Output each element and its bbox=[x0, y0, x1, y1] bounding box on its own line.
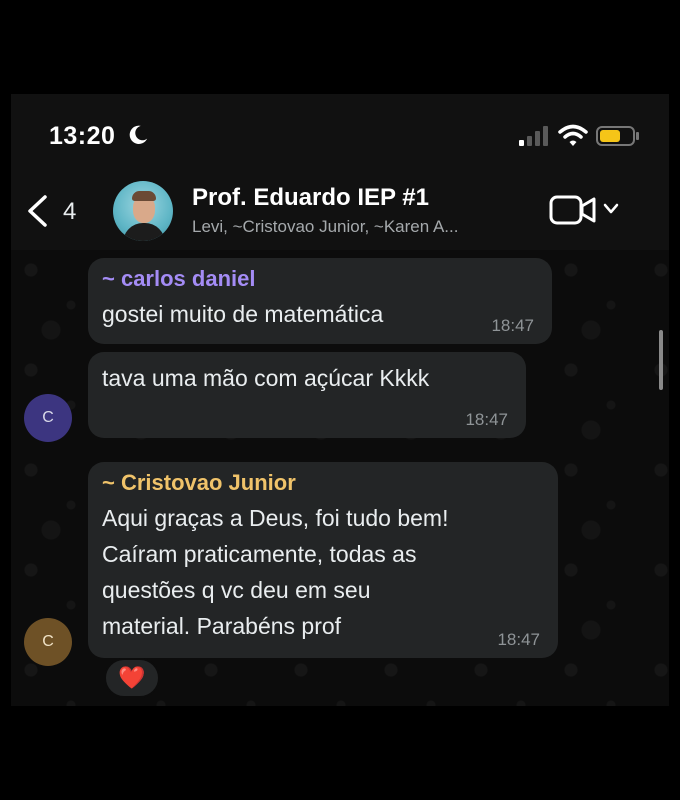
chevron-down-icon[interactable] bbox=[603, 202, 619, 216]
message-text: Aqui graças a Deus, foi tudo bem! Caíram… bbox=[102, 505, 449, 639]
moon-icon bbox=[129, 125, 148, 144]
message-sender[interactable]: ~ Cristovao Junior bbox=[102, 470, 544, 496]
message-text: gostei muito de matemática bbox=[102, 301, 384, 327]
back-chevron-icon[interactable] bbox=[25, 194, 49, 228]
scrollbar[interactable] bbox=[659, 330, 663, 390]
sender-avatar[interactable]: C bbox=[24, 618, 72, 666]
video-call-icon[interactable] bbox=[549, 194, 597, 226]
group-avatar[interactable] bbox=[113, 181, 173, 241]
message-list[interactable]: ~ carlos daniel gostei muito de matemáti… bbox=[11, 250, 669, 706]
cellular-signal-icon bbox=[519, 126, 548, 146]
wifi-icon bbox=[558, 124, 588, 146]
message-time: 18:47 bbox=[497, 630, 540, 649]
status-time: 13:20 bbox=[49, 122, 116, 150]
message-time: 18:47 bbox=[491, 316, 534, 335]
status-bar: 13:20 bbox=[11, 94, 669, 172]
message-bubble[interactable]: ~ carlos daniel gostei muito de matemáti… bbox=[88, 258, 552, 344]
heart-reaction-icon[interactable]: ❤️ bbox=[104, 658, 160, 698]
unread-chats-count[interactable]: 4 bbox=[63, 198, 76, 226]
chat-header: 4 Prof. Eduardo IEP #1 Levi, ~Cristovao … bbox=[11, 172, 669, 250]
message-text: tava uma mão com açúcar Kkkk bbox=[102, 365, 430, 391]
chat-title[interactable]: Prof. Eduardo IEP #1 bbox=[192, 184, 429, 212]
message-bubble[interactable]: tava uma mão com açúcar Kkkk 18:47 bbox=[88, 352, 526, 438]
battery-icon bbox=[596, 126, 639, 146]
message-bubble[interactable]: ~ Cristovao Junior Aqui graças a Deus, f… bbox=[88, 462, 558, 658]
message-time: 18:47 bbox=[465, 410, 508, 429]
message-sender[interactable]: ~ carlos daniel bbox=[102, 266, 538, 292]
sender-avatar[interactable]: C bbox=[24, 394, 72, 442]
phone-screen: 13:20 4 Prof. Eduardo IEP #1 Levi, ~Cris… bbox=[11, 94, 669, 706]
chat-participants[interactable]: Levi, ~Cristovao Junior, ~Karen A... bbox=[192, 217, 532, 237]
